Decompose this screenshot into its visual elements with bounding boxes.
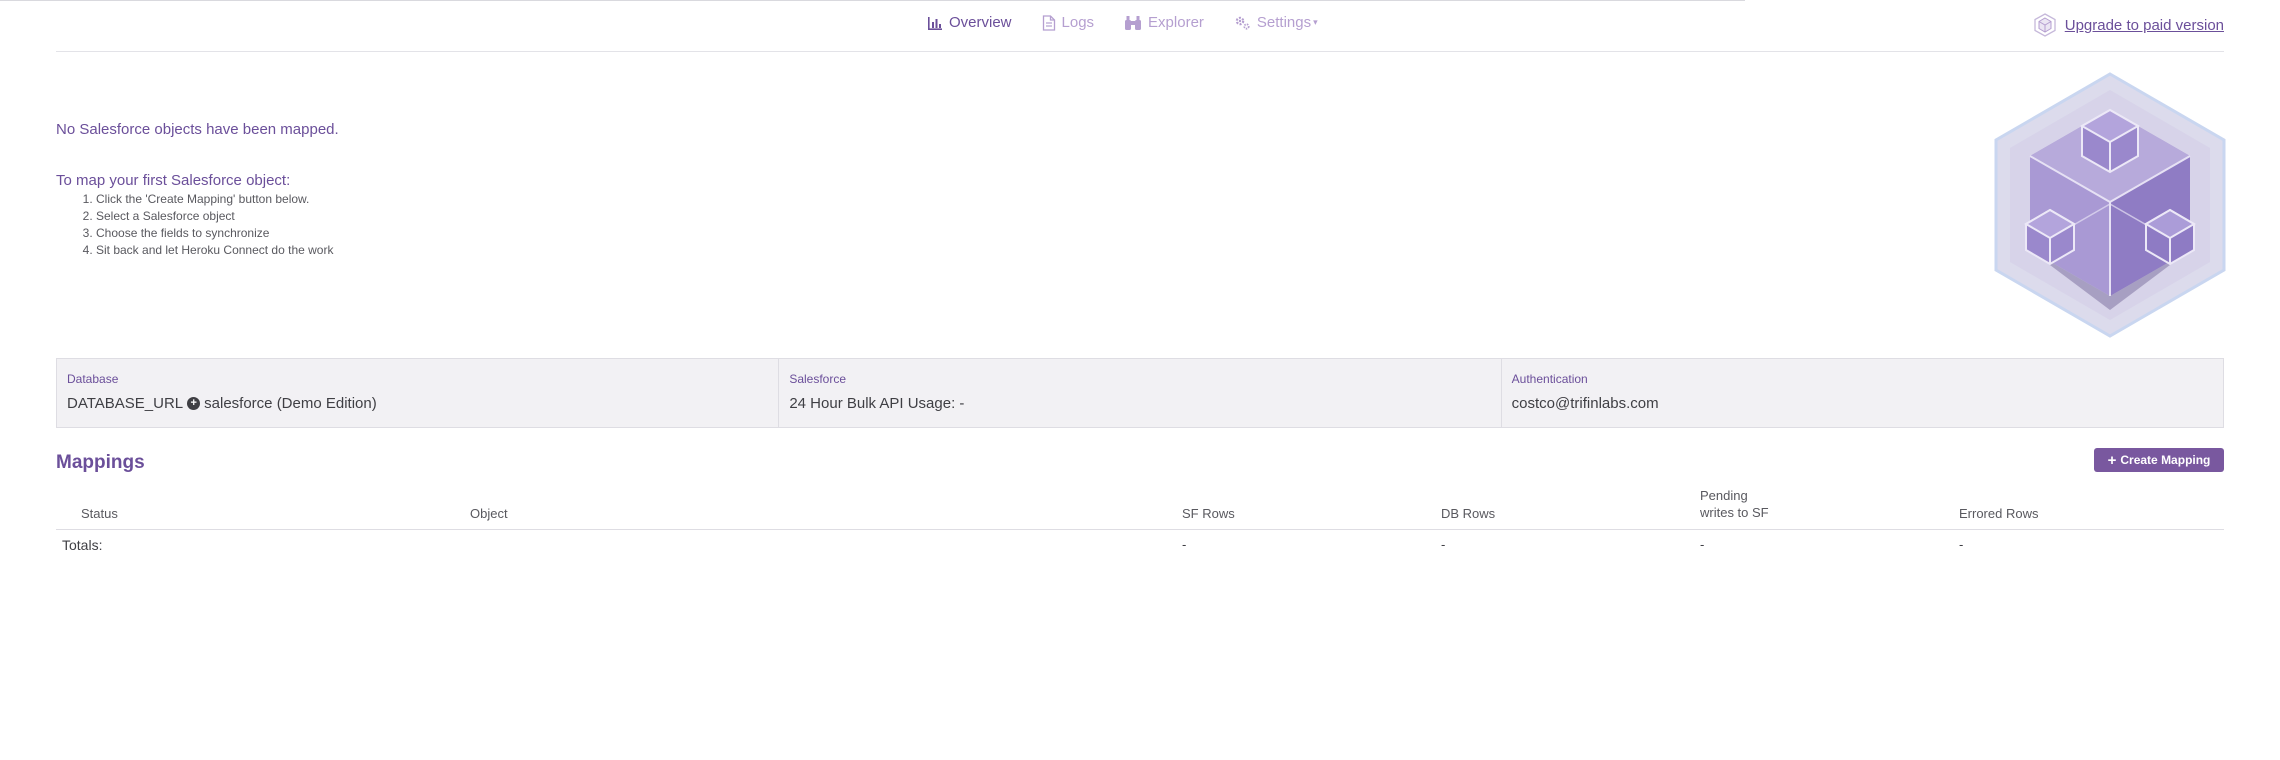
connection-info-panel: Database DATABASE_URL + salesforce (Demo… [56, 358, 2224, 428]
pending-header-line2: writes to SF [1700, 505, 1769, 520]
plus-icon: + [2107, 451, 2117, 469]
howto-title: To map your first Salesforce object: [56, 172, 291, 189]
plus-circle-icon: + [187, 397, 201, 410]
document-icon [1042, 14, 1055, 31]
table-header-divider [56, 529, 2224, 530]
salesforce-info: Salesforce 24 Hour Bulk API Usage: - [779, 359, 1502, 427]
step-item: Sit back and let Heroku Connect do the w… [96, 242, 333, 259]
authentication-label: Authentication [1511, 372, 1588, 386]
cube-icon [2034, 13, 2056, 37]
column-header-db-rows[interactable]: DB Rows [1441, 505, 1495, 522]
tab-logs-label: Logs [1061, 14, 1095, 31]
binoculars-icon [1125, 15, 1142, 30]
bulk-api-usage: 24 Hour Bulk API Usage: - [789, 395, 965, 412]
tab-overview-label: Overview [949, 14, 1012, 31]
column-header-pending[interactable]: Pending writes to SF [1700, 487, 1769, 521]
empty-state-message: No Salesforce objects have been mapped. [56, 121, 339, 138]
nav-tabs: Overview Logs Explorer Settings ▾ [927, 14, 1348, 31]
step-item: Select a Salesforce object [96, 208, 333, 225]
tab-settings[interactable]: Settings ▾ [1234, 14, 1318, 31]
chevron-down-icon: ▾ [1313, 17, 1318, 27]
totals-label: Totals: [62, 537, 103, 553]
salesforce-label: Salesforce [789, 372, 847, 386]
tab-explorer-label: Explorer [1148, 14, 1204, 31]
step-item: Choose the fields to synchronize [96, 225, 333, 242]
heroku-connect-cube-illustration [1994, 72, 2226, 338]
totals-errored: - [1959, 537, 1964, 552]
database-url-var: DATABASE_URL [67, 395, 184, 412]
totals-db-rows: - [1441, 537, 1446, 552]
column-header-object[interactable]: Object [470, 505, 508, 522]
database-label: Database [67, 372, 119, 386]
column-header-sf-rows[interactable]: SF Rows [1182, 505, 1235, 522]
gear-icon [1235, 16, 1250, 30]
database-name: salesforce (Demo Edition) [204, 395, 377, 412]
database-info: Database DATABASE_URL + salesforce (Demo… [57, 359, 780, 427]
mappings-title: Mappings [56, 452, 145, 473]
tab-logs[interactable]: Logs [1042, 14, 1095, 31]
totals-pending: - [1700, 537, 1705, 552]
steps-list: Click the 'Create Mapping' button below.… [66, 191, 333, 259]
top-navigation: Overview Logs Explorer Settings ▾ Upgrad… [0, 0, 2280, 52]
authentication-info: Authentication costco@trifinlabs.com [1502, 359, 2223, 427]
pending-header-line1: Pending [1700, 488, 1748, 503]
authentication-user: costco@trifinlabs.com [1511, 395, 1659, 412]
create-mapping-label: Create Mapping [2120, 453, 2211, 467]
step-item: Click the 'Create Mapping' button below. [96, 191, 333, 208]
bar-chart-icon [928, 16, 942, 30]
upgrade-link-label: Upgrade to paid version [2064, 16, 2224, 34]
create-mapping-button[interactable]: + Create Mapping [2094, 448, 2224, 472]
tab-overview[interactable]: Overview [927, 14, 1012, 31]
column-header-errored-rows[interactable]: Errored Rows [1959, 505, 2038, 522]
tab-settings-label: Settings [1256, 14, 1312, 31]
nav-divider [56, 51, 2224, 52]
column-header-status[interactable]: Status [81, 505, 118, 522]
upgrade-link[interactable]: Upgrade to paid version [2033, 13, 2224, 37]
tab-explorer[interactable]: Explorer [1124, 14, 1204, 31]
totals-sf-rows: - [1182, 537, 1187, 552]
database-value: DATABASE_URL + salesforce (Demo Edition) [67, 395, 778, 412]
